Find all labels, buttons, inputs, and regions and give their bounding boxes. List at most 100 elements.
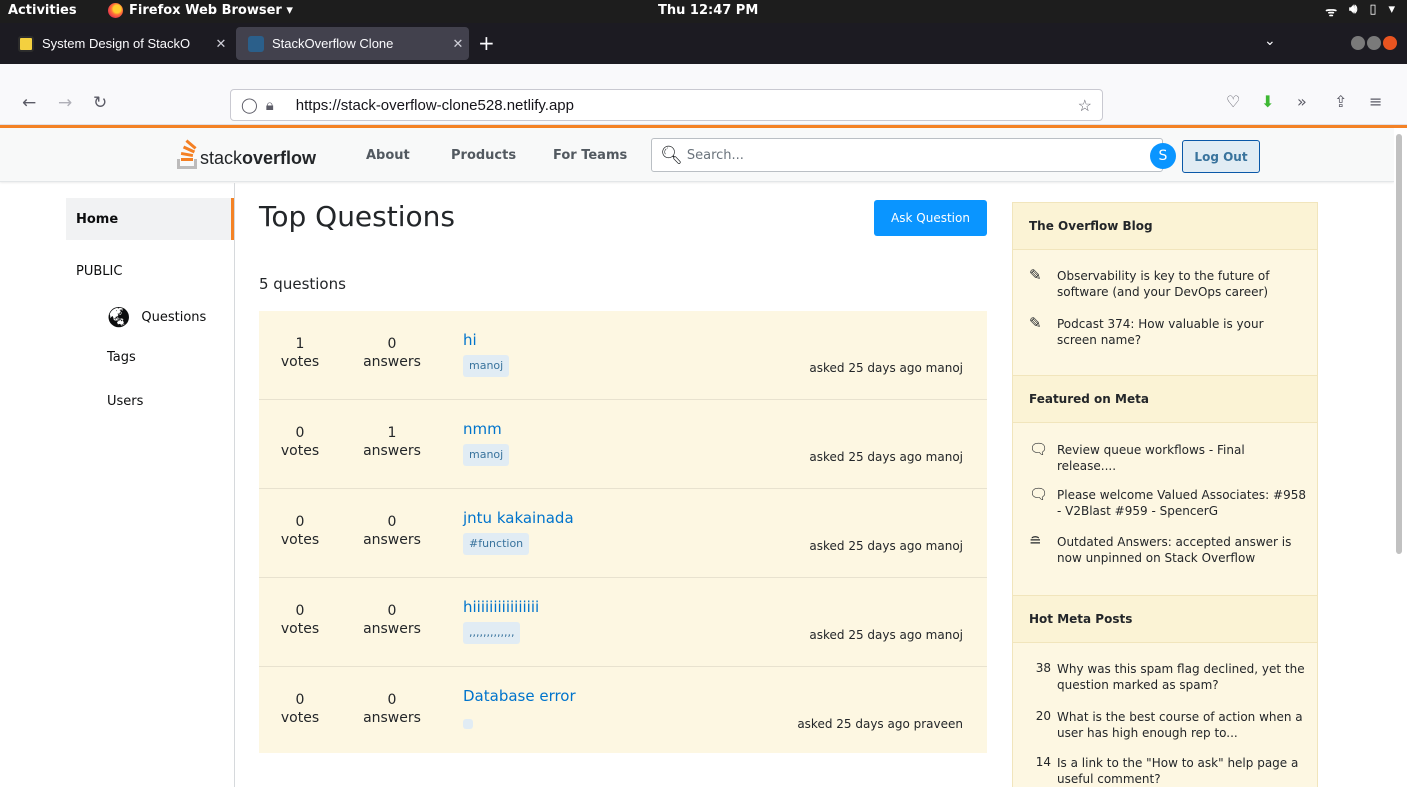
sidebar-item-questions[interactable]: 🌏︎ Questions: [106, 307, 206, 327]
close-tab-icon[interactable]: ✕: [447, 36, 469, 52]
question-row: 0 votes 0 answers jntu kakainada #function…: [259, 489, 987, 578]
question-tag[interactable]: #function: [463, 533, 530, 555]
question-title-link[interactable]: Database error: [463, 687, 576, 705]
system-clock[interactable]: Thu 12:47 PM: [658, 3, 758, 18]
overflow-blog-widget: The Overflow Blog ✎ Observability is key…: [1012, 202, 1318, 376]
battery-icon: ▯: [1369, 2, 1377, 17]
question-asked-meta: asked 25 days ago manoj: [809, 361, 963, 375]
browser-tab-strip: System Design of StackO ✕ StackOverflow …: [0, 23, 1407, 64]
question-tag[interactable]: [463, 719, 473, 729]
question-asked-meta: asked 25 days ago manoj: [809, 539, 963, 553]
question-row: 0 votes 0 answers hiiiiiiiiiiiiiiii ,,,,,,…: [259, 578, 987, 667]
app-menu[interactable]: Firefox Web Browser ▾: [108, 3, 293, 18]
globe-icon: 🌏︎: [106, 305, 132, 329]
site-header: stack overflow About Products For Teams …: [0, 128, 1394, 182]
question-row: 0 votes 0 answers Database error asked 25 …: [259, 667, 987, 753]
system-tray[interactable]: ᯤ 🔊︎ ▯ ▾: [1325, 2, 1395, 20]
close-tab-icon[interactable]: ✕: [210, 36, 232, 52]
url-bar[interactable]: ◯🔒︎ https://stack-overflow-clone528.netl…: [230, 89, 1103, 121]
question-list: 1 votes 0 answers hi manoj asked 25 days a…: [259, 311, 987, 753]
sidebar-item-tags[interactable]: Tags: [107, 350, 136, 365]
vote-count: 0 votes: [280, 425, 320, 459]
question-title-link[interactable]: hi: [463, 331, 477, 349]
vote-count: 0 votes: [280, 603, 320, 637]
nav-for-teams[interactable]: For Teams: [553, 148, 627, 163]
back-arrow-icon[interactable]: ←: [22, 93, 36, 113]
hamburger-menu-icon[interactable]: ≡: [1369, 92, 1382, 111]
question-title-link[interactable]: nmm: [463, 420, 502, 438]
wifi-icon: ᯤ: [1325, 5, 1338, 20]
question-asked-meta: asked 25 days ago manoj: [809, 628, 963, 642]
answer-count: 0 answers: [363, 514, 421, 548]
forward-arrow-icon[interactable]: →: [58, 93, 72, 113]
log-out-button[interactable]: Log Out: [1182, 140, 1260, 173]
blog-link[interactable]: Observability is key to the future of so…: [1057, 268, 1307, 300]
hot-post-link[interactable]: Is a link to the "How to ask" help page …: [1057, 755, 1307, 787]
answer-count: 1 answers: [363, 425, 421, 459]
question-title-link[interactable]: hiiiiiiiiiiiiiiii: [463, 598, 539, 616]
comment-icon: 🗨︎: [1029, 440, 1049, 458]
logo-text-overflow: overflow: [242, 148, 317, 168]
hot-post-score: 38: [1035, 661, 1051, 675]
search-input[interactable]: [686, 147, 1147, 163]
avatar[interactable]: S: [1150, 143, 1176, 169]
vote-count: 0 votes: [280, 514, 320, 548]
nav-about[interactable]: About: [366, 148, 410, 163]
reload-icon[interactable]: ↻: [93, 93, 107, 113]
vote-count: 1 votes: [280, 336, 320, 370]
site-logo[interactable]: stack overflow: [176, 139, 317, 169]
tab-title: StackOverflow Clone: [272, 36, 394, 51]
answer-count: 0 answers: [363, 692, 421, 726]
question-row: 0 votes 1 answers nmm manoj asked 25 days …: [259, 400, 987, 489]
blog-link[interactable]: Podcast 374: How valuable is your screen…: [1057, 316, 1307, 348]
hot-post-link[interactable]: What is the best course of action when a…: [1057, 709, 1307, 741]
left-sidebar-divider: [234, 183, 235, 787]
comment-icon: 🗨︎: [1029, 485, 1049, 503]
question-tag[interactable]: manoj: [463, 355, 510, 377]
tracking-shield-lock-icon[interactable]: ◯🔒︎: [241, 96, 282, 114]
close-window-icon[interactable]: [1383, 36, 1397, 50]
question-count: 5 questions: [259, 275, 346, 293]
sidebar-item-users[interactable]: Users: [107, 394, 143, 409]
overflow-menu-chevrons-icon[interactable]: »: [1297, 92, 1307, 111]
question-asked-meta: asked 25 days ago manoj: [809, 450, 963, 464]
list-tabs-chevron-icon[interactable]: ⌄: [1264, 33, 1276, 49]
share-icon[interactable]: ⇪: [1334, 92, 1347, 111]
activities-button[interactable]: Activities: [8, 3, 77, 18]
maximize-icon[interactable]: [1367, 36, 1381, 50]
tab-stackoverflow-clone[interactable]: StackOverflow Clone ✕: [236, 27, 469, 60]
tab-favicon-icon: [18, 35, 34, 52]
tab-system-design[interactable]: System Design of StackO ✕: [6, 27, 232, 60]
system-menu-arrow-icon: ▾: [1388, 2, 1395, 17]
pencil-icon: ✎: [1029, 314, 1042, 332]
meta-link[interactable]: Outdated Answers: accepted answer is now…: [1057, 534, 1307, 566]
question-tag[interactable]: manoj: [463, 444, 510, 466]
scrollbar-thumb[interactable]: [1396, 134, 1402, 554]
new-tab-plus-icon[interactable]: +: [478, 31, 495, 55]
question-tag[interactable]: ,,,,,,,,,,,,,: [463, 622, 521, 644]
meta-link[interactable]: Please welcome Valued Associates: #958 -…: [1057, 487, 1307, 519]
minimize-icon[interactable]: [1351, 36, 1365, 50]
hot-post-score: 14: [1035, 755, 1051, 769]
question-row: 1 votes 0 answers hi manoj asked 25 days a…: [259, 311, 987, 400]
search-box[interactable]: 🔍︎: [651, 138, 1163, 172]
hot-post-score: 20: [1035, 709, 1051, 723]
sidebar-item-home[interactable]: Home: [66, 198, 234, 240]
search-icon: 🔍︎: [660, 144, 683, 166]
page-title: Top Questions: [259, 200, 455, 233]
bookmark-star-icon[interactable]: ☆: [1078, 96, 1092, 116]
hot-post-link[interactable]: Why was this spam flag declined, yet the…: [1057, 661, 1307, 693]
answer-count: 0 answers: [363, 603, 421, 637]
nav-products[interactable]: Products: [451, 148, 516, 163]
download-icon[interactable]: ⬇: [1261, 92, 1274, 111]
featured-meta-widget: Featured on Meta 🗨︎ Review queue workflo…: [1012, 376, 1318, 596]
meta-link[interactable]: Review queue workflows - Final release..…: [1057, 442, 1307, 474]
answer-count: 0 answers: [363, 336, 421, 370]
url-text: https://stack-overflow-clone528.netlify.…: [295, 96, 574, 114]
stackoverflow-logo-icon: [176, 139, 198, 169]
sidebar-section-public: PUBLIC: [76, 264, 123, 279]
question-title-link[interactable]: jntu kakainada: [463, 509, 574, 527]
pencil-icon: ✎: [1029, 266, 1042, 284]
ask-question-button[interactable]: Ask Question: [874, 200, 987, 236]
pocket-icon[interactable]: ♡: [1226, 92, 1240, 111]
